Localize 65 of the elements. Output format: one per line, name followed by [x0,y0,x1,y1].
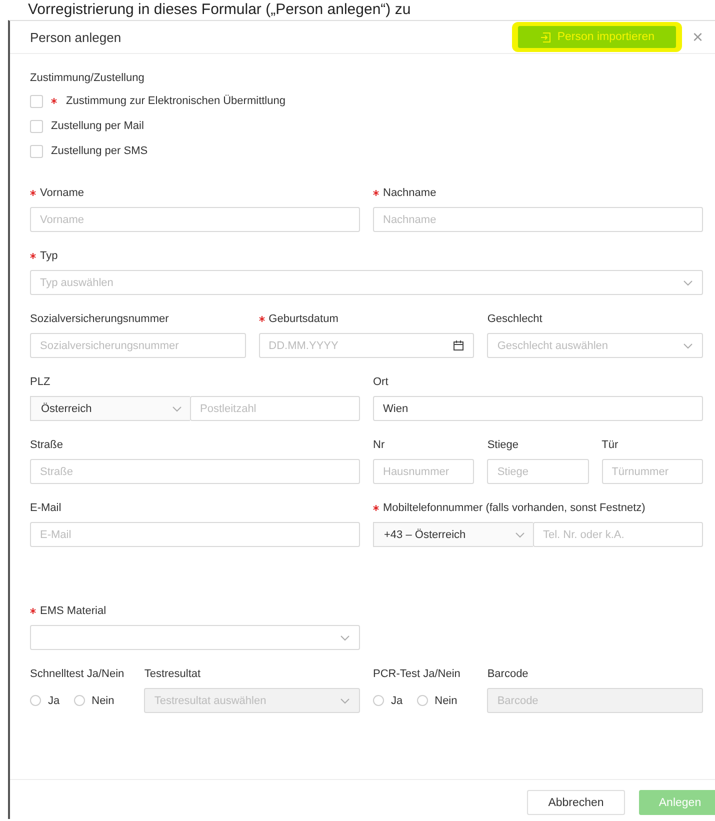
field-label: Stiege [487,439,519,451]
radio-button[interactable] [30,695,41,706]
field-label: Typ [40,250,58,262]
dropdown-field[interactable]: Österreich [30,396,190,421]
chevron-down-icon [683,280,693,286]
field-label: Geschlecht [487,313,542,325]
field-label: Straße [30,439,64,451]
text-field[interactable]: Wien [373,396,703,421]
text-field[interactable]: Stiege [487,459,589,484]
text-field[interactable]: Postleitzahl [190,396,360,421]
field-label: Sozialversicherungsnummer [30,313,169,325]
field-label: EMS Material [40,605,106,617]
text-field[interactable]: Nachname [373,207,703,232]
dialog-title: Person anlegen [30,30,122,44]
checkbox[interactable] [30,94,43,108]
chevron-down-icon [683,342,693,348]
radio-option[interactable]: Ja [373,694,403,706]
text-field[interactable]: Sozialversicherungsnummer [30,333,246,358]
field-label: E-Mail [30,502,62,514]
text-field[interactable]: Vorname [30,207,360,232]
field-label: Schnelltest Ja/Nein [30,668,124,680]
radio-button[interactable] [416,695,428,706]
field-label: PCR-Test Ja/Nein [373,668,460,680]
document-text: Vorregistrierung in dieses Formular („Person anlegen“) zu [27,0,412,20]
dropdown-field[interactable] [30,625,360,650]
required-icon [30,253,36,259]
field-label: Mobiltelefonnummer (falls vorhanden, sonst Festnetz) [383,502,646,514]
radio-button[interactable] [74,695,85,706]
import-icon [540,32,552,42]
field-label: Testresultat [144,668,201,680]
text-field[interactable]: Straße [30,459,360,484]
field-label: Nr [373,439,385,451]
required-icon [30,190,36,196]
text-field[interactable]: E-Mail [30,522,360,547]
field-label: Barcode [487,668,528,680]
required-icon [258,316,265,322]
field-label: Tür [602,439,618,451]
chevron-down-icon [340,634,350,640]
chevron-down-icon [515,532,525,538]
field-label: Vorname [40,187,84,199]
dropdown-field[interactable]: +43 – Österreich [373,522,533,547]
checkbox-option[interactable]: Zustellung per SMS [30,143,703,159]
required-icon [373,505,379,511]
field-label: Nachname [383,187,436,199]
radio-option[interactable]: Nein [416,694,458,706]
field-label: Geburtsdatum [268,313,338,325]
radio-option[interactable]: Nein [74,694,114,706]
text-field[interactable]: Tel. Nr. oder k.A. [533,522,703,547]
required-icon [30,608,36,614]
checkbox-option[interactable]: Zustimmung zur Elektronischen Übermittlung [30,93,703,109]
section-heading: Zustimmung/Zustellung [30,72,146,84]
radio-option[interactable]: Ja [30,694,60,706]
chevron-down-icon [172,406,182,412]
checkbox-option[interactable]: Zustellung per Mail [30,118,703,134]
text-field[interactable]: Hausnummer [373,459,474,484]
radio-button[interactable] [373,695,384,706]
calendar-icon [453,340,464,351]
chevron-down-icon [340,698,350,704]
checkbox[interactable] [30,120,43,132]
text-field[interactable]: Türnummer [602,459,703,484]
field-label: PLZ [30,376,50,388]
field-label: Ort [373,376,388,388]
cancel-button[interactable]: Abbrechen [527,790,625,815]
checkbox[interactable] [30,144,43,158]
required-icon [373,190,379,196]
